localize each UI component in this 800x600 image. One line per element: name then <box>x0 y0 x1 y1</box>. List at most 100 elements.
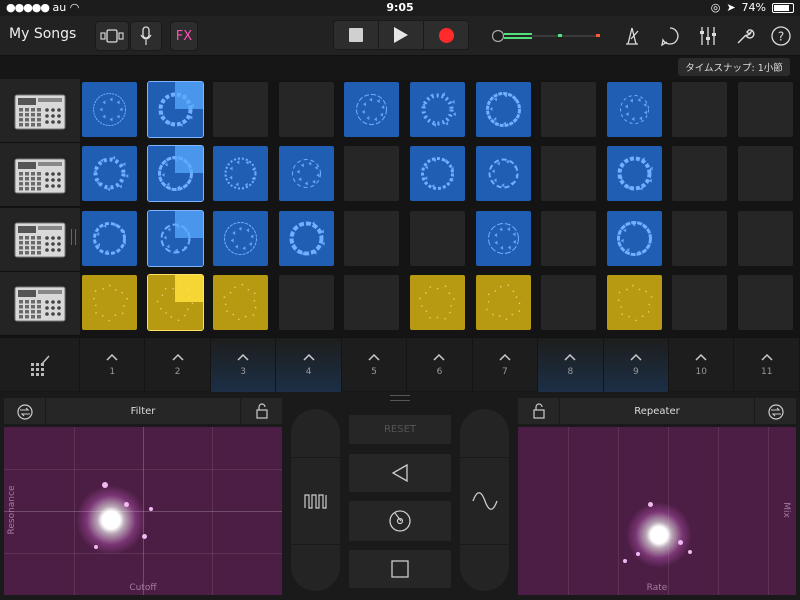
fx-button[interactable]: FX <box>170 21 198 51</box>
view-toggle-button[interactable] <box>95 21 129 51</box>
loop-cell[interactable] <box>82 146 137 202</box>
right-pad-swap-button[interactable] <box>754 398 796 424</box>
waveform-icon <box>93 221 126 255</box>
column-trigger-5[interactable]: 5 <box>342 338 408 392</box>
left-pad-swap-button[interactable] <box>4 398 46 424</box>
loop-cell[interactable] <box>278 210 334 266</box>
loop-cell[interactable] <box>146 273 204 331</box>
loop-cell[interactable] <box>344 82 400 137</box>
loop-cell[interactable] <box>738 82 793 137</box>
loop-cell[interactable] <box>475 210 531 266</box>
column-trigger-4[interactable]: 4 <box>276 338 342 392</box>
record-button[interactable] <box>424 21 468 49</box>
loop-cell[interactable] <box>475 82 531 137</box>
loop-cell[interactable] <box>672 82 728 137</box>
repeater-xy-pad[interactable]: Rate Mix <box>518 427 796 595</box>
loop-cell[interactable] <box>213 146 269 202</box>
left-pad-lock-button[interactable] <box>240 398 282 424</box>
track-header-3[interactable] <box>0 207 80 272</box>
loop-cell[interactable] <box>475 146 531 202</box>
column-trigger-8[interactable]: 8 <box>538 338 604 392</box>
loop-cell[interactable] <box>672 210 728 266</box>
loop-cell[interactable] <box>606 146 662 202</box>
filter-xy-pad[interactable]: Cutoff Resonance <box>4 427 282 595</box>
column-trigger-3[interactable]: 3 <box>210 338 277 392</box>
metronome-button[interactable] <box>619 23 645 49</box>
scratch-button[interactable] <box>348 500 452 542</box>
column-trigger-7[interactable]: 7 <box>473 338 539 392</box>
waveform-icon <box>419 285 455 320</box>
column-trigger-9[interactable]: 9 <box>603 338 670 392</box>
edit-grid-button[interactable] <box>0 338 80 392</box>
panel-resize-handle[interactable] <box>390 395 410 401</box>
loop-cell[interactable] <box>82 210 137 266</box>
loop-cell[interactable] <box>82 274 137 330</box>
tape-stop-button[interactable] <box>348 549 452 589</box>
loops-button[interactable] <box>657 23 683 49</box>
right-pad-title[interactable]: Repeater <box>560 406 754 417</box>
mic-button[interactable] <box>130 21 162 51</box>
mixer-button[interactable] <box>695 23 721 49</box>
loop-cell[interactable] <box>146 145 204 203</box>
column-trigger-10[interactable]: 10 <box>669 338 735 392</box>
loop-cell[interactable] <box>672 274 728 330</box>
loop-cell[interactable] <box>606 210 662 266</box>
loop-cell[interactable] <box>344 146 400 202</box>
waveform-icon <box>617 284 653 322</box>
stop-button[interactable] <box>334 21 379 49</box>
loop-cell[interactable] <box>606 274 662 330</box>
loop-cell[interactable] <box>541 146 597 202</box>
right-pad-lock-button[interactable] <box>518 398 560 424</box>
loop-cell[interactable] <box>278 146 334 202</box>
loop-cell[interactable] <box>410 274 465 330</box>
loop-cell[interactable] <box>606 82 662 137</box>
swap-effect-icon <box>16 404 33 420</box>
time-snap-button[interactable]: タイムスナップ: 1小節 <box>678 58 790 76</box>
wobble-button[interactable] <box>460 457 509 544</box>
loop-cell[interactable] <box>738 210 793 266</box>
loop-cell[interactable] <box>672 146 728 202</box>
reset-button[interactable]: RESET <box>348 414 452 445</box>
loop-cell[interactable] <box>410 210 465 266</box>
loop-cell[interactable] <box>738 146 793 202</box>
track-header-4[interactable] <box>0 271 80 336</box>
loop-cell[interactable] <box>475 274 531 330</box>
loop-cell[interactable] <box>410 146 465 202</box>
loop-cell[interactable] <box>738 274 793 330</box>
settings-button[interactable] <box>732 23 758 49</box>
left-pad-title[interactable]: Filter <box>46 406 240 417</box>
loop-cell[interactable] <box>146 81 204 138</box>
loop-cell[interactable] <box>541 274 597 330</box>
chevron-up-icon <box>433 353 445 361</box>
play-button[interactable] <box>379 21 424 49</box>
loop-cell[interactable] <box>344 210 400 266</box>
loop-cell[interactable] <box>82 82 137 137</box>
loop-cell[interactable] <box>213 82 269 137</box>
loop-cell[interactable] <box>278 82 334 137</box>
loop-cell[interactable] <box>213 210 269 266</box>
drum-machine-icon <box>14 222 66 258</box>
grid-resize-handle[interactable] <box>71 229 76 245</box>
waveform-icon <box>616 220 652 256</box>
drum-machine-icon <box>14 94 66 129</box>
loop-cell[interactable] <box>278 274 334 330</box>
help-button[interactable]: ? <box>768 23 794 49</box>
reverse-button[interactable] <box>348 453 452 493</box>
column-trigger-11[interactable]: 11 <box>735 338 800 392</box>
loop-cell[interactable] <box>541 82 597 137</box>
volume-meter[interactable] <box>492 30 604 42</box>
column-trigger-6[interactable]: 6 <box>407 338 473 392</box>
gate-button[interactable] <box>291 457 340 544</box>
loop-cell[interactable] <box>344 274 400 330</box>
column-number: 4 <box>305 367 312 377</box>
my-songs-button[interactable]: My Songs <box>9 26 76 42</box>
waveform-icon <box>421 92 456 127</box>
loop-cell[interactable] <box>213 274 269 330</box>
loop-cell[interactable] <box>410 82 465 137</box>
column-trigger-2[interactable]: 2 <box>145 338 211 392</box>
track-header-2[interactable] <box>0 143 80 208</box>
loop-cell[interactable] <box>146 209 204 267</box>
loop-cell[interactable] <box>541 210 597 266</box>
track-header-1[interactable] <box>0 79 80 143</box>
column-trigger-1[interactable]: 1 <box>80 338 146 392</box>
